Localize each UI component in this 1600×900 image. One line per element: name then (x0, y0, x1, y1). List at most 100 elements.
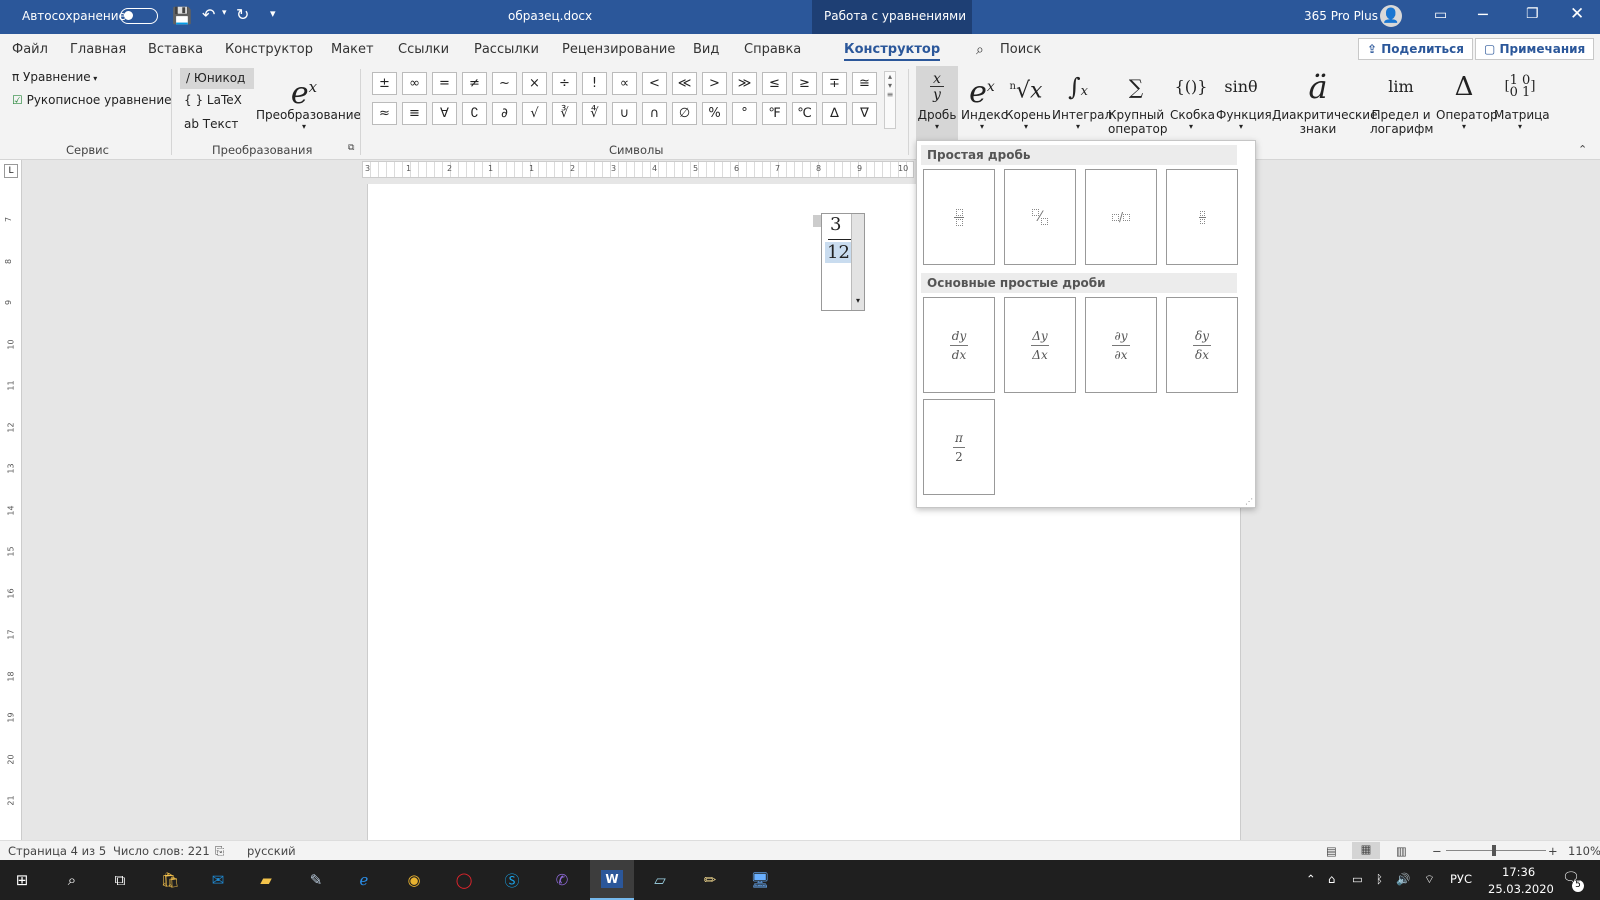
fraction-button[interactable]: xy Дробь ▾ (916, 66, 958, 140)
symbol-button[interactable]: ≈ (372, 102, 397, 125)
bluetooth-icon[interactable]: ᛒ (1376, 872, 1383, 886)
tab-view[interactable]: Вид (693, 42, 719, 57)
edge-icon[interactable]: ℯ (350, 866, 378, 894)
symbol-button[interactable]: ℉ (762, 102, 787, 125)
gallery-dy-dx[interactable]: dy dx (923, 297, 995, 393)
symbol-button[interactable]: ≫ (732, 72, 757, 95)
function-button[interactable]: sinθ Функция ▾ (1216, 66, 1272, 142)
tab-design[interactable]: Конструктор (225, 42, 313, 57)
symbol-button[interactable]: ∪ (612, 102, 637, 125)
save-icon[interactable]: 💾 (172, 6, 192, 25)
zoom-slider[interactable] (1446, 850, 1546, 851)
gallery-small-delta-y-x[interactable]: δy δx (1166, 297, 1238, 393)
close-icon[interactable]: ✕ (1570, 4, 1584, 24)
resize-grip-icon[interactable]: ⋰ (1245, 497, 1253, 506)
equation-options-arrow-icon[interactable]: ▾ (851, 214, 864, 310)
script-button[interactable]: ex Индекс ▾ (961, 66, 1007, 142)
matrix-button[interactable]: [1 00 1] Матрица ▾ (1494, 66, 1550, 142)
symbol-button[interactable]: ∩ (642, 102, 667, 125)
symbol-button[interactable]: ≅ (852, 72, 877, 95)
comments-button[interactable]: ▢ Примечания (1475, 38, 1595, 60)
large-operator-button[interactable]: ∑ Крупный оператор (1108, 66, 1168, 142)
app-icon-2[interactable]: ✏ (696, 866, 724, 894)
clock-time[interactable]: 17:36 (1502, 865, 1535, 879)
ink-equation-button[interactable]: ☑ Рукописное уравнение (12, 93, 172, 107)
app-icon-3[interactable]: 🖥 (746, 866, 774, 894)
symbol-button[interactable]: ≤ (762, 72, 787, 95)
zoom-slider-thumb[interactable] (1492, 845, 1496, 856)
tab-references[interactable]: Ссылки (398, 42, 449, 57)
search-icon[interactable]: ⌕ (976, 42, 984, 58)
accent-button[interactable]: ä Диакритические знаки (1272, 66, 1377, 142)
store-icon[interactable]: 🛍 (156, 866, 184, 894)
minimize-icon[interactable]: ─ (1478, 5, 1488, 24)
task-view-icon[interactable]: ⧉ (106, 866, 134, 894)
zoom-out-icon[interactable]: − (1432, 844, 1442, 858)
symbol-button[interactable]: ! (582, 72, 607, 95)
dialog-launcher-icon[interactable]: ⧉ (348, 143, 354, 153)
tab-help[interactable]: Справка (744, 42, 801, 57)
symbol-button[interactable]: ∝ (612, 72, 637, 95)
print-layout-icon[interactable]: ▦ (1352, 842, 1380, 859)
symbol-button[interactable]: ∀ (432, 102, 457, 125)
gallery-stacked-fraction[interactable] (923, 169, 995, 265)
symbol-button[interactable]: ∓ (822, 72, 847, 95)
language-label[interactable]: русский (247, 844, 296, 858)
symbol-button[interactable]: ∂ (492, 102, 517, 125)
symbol-button[interactable]: ≥ (792, 72, 817, 95)
undo-dropdown-icon[interactable]: ▾ (222, 8, 227, 18)
tab-mailings[interactable]: Рассылки (474, 42, 539, 57)
symbol-button[interactable]: ∅ (672, 102, 697, 125)
opera-icon[interactable]: ◯ (450, 866, 478, 894)
tab-file[interactable]: Файл (12, 42, 48, 57)
symbol-button[interactable]: ∇ (852, 102, 877, 125)
tray-network-icon[interactable]: ⌂ (1328, 872, 1335, 886)
symbol-button[interactable]: ÷ (552, 72, 577, 95)
explorer-icon[interactable]: ▰ (252, 866, 280, 894)
gallery-skewed-fraction[interactable]: ⁄ (1004, 169, 1076, 265)
ribbon-display-options-icon[interactable]: ▭ (1434, 7, 1447, 23)
symbol-button[interactable]: ± (372, 72, 397, 95)
user-avatar-icon[interactable]: 👤 (1380, 5, 1402, 27)
paint-icon[interactable]: ✎ (302, 866, 330, 894)
gallery-small-fraction[interactable] (1166, 169, 1238, 265)
symbol-button[interactable]: ≠ (462, 72, 487, 95)
app-icon-1[interactable]: ▱ (646, 866, 674, 894)
gallery-partial-y-partial-x[interactable]: ∂y ∂x (1085, 297, 1157, 393)
word-icon[interactable]: W (590, 860, 634, 900)
word-count[interactable]: Число слов: 221 (113, 844, 210, 858)
symbol-button[interactable]: ∁ (462, 102, 487, 125)
convert-button[interactable]: ex Преобразование ▾ (256, 66, 361, 142)
symbol-button[interactable]: ∞ (402, 72, 427, 95)
radical-button[interactable]: n√x Корень ▾ (1005, 66, 1051, 142)
fraction-denominator[interactable]: 12 (825, 242, 852, 263)
tab-equation-design[interactable]: Конструктор (844, 42, 941, 61)
taskbar-search-icon[interactable]: ⌕ (58, 866, 86, 894)
operator-button[interactable]: Δ Оператор ▾ (1436, 66, 1498, 142)
page-count[interactable]: Страница 4 из 5 (8, 844, 106, 858)
symbol-button[interactable]: = (432, 72, 457, 95)
symbol-button[interactable]: ≪ (672, 72, 697, 95)
tab-home[interactable]: Главная (70, 42, 126, 57)
proofing-icon[interactable]: ⎘ (215, 844, 224, 859)
bracket-button[interactable]: {()} Скобка ▾ (1170, 66, 1215, 142)
symbols-scroll[interactable]: ▴ ▾ ≡ (884, 71, 896, 129)
skype-icon[interactable]: Ⓢ (498, 866, 526, 894)
equation-button[interactable]: π Уравнение ▾ (12, 70, 97, 84)
symbol-button[interactable]: ∜ (582, 102, 607, 125)
collapse-ribbon-icon[interactable]: ⌃ (1578, 143, 1587, 156)
tab-insert[interactable]: Вставка (148, 42, 203, 57)
latex-button[interactable]: { } LaTeX (184, 93, 242, 107)
tray-up-icon[interactable]: ⌃ (1306, 872, 1316, 886)
fraction-numerator[interactable]: 3 (830, 214, 841, 235)
symbol-button[interactable]: ∛ (552, 102, 577, 125)
symbol-button[interactable]: √ (522, 102, 547, 125)
symbol-button[interactable]: < (642, 72, 667, 95)
tab-layout[interactable]: Макет (331, 42, 374, 57)
redo-icon[interactable]: ↻ (236, 5, 249, 24)
share-button[interactable]: ⇪ Поделиться (1358, 38, 1473, 60)
chrome-icon[interactable]: ◉ (400, 866, 428, 894)
tray-battery-icon[interactable]: ▭ (1352, 872, 1363, 886)
gallery-linear-fraction[interactable]: / (1085, 169, 1157, 265)
mail-icon[interactable]: ✉ (204, 866, 232, 894)
